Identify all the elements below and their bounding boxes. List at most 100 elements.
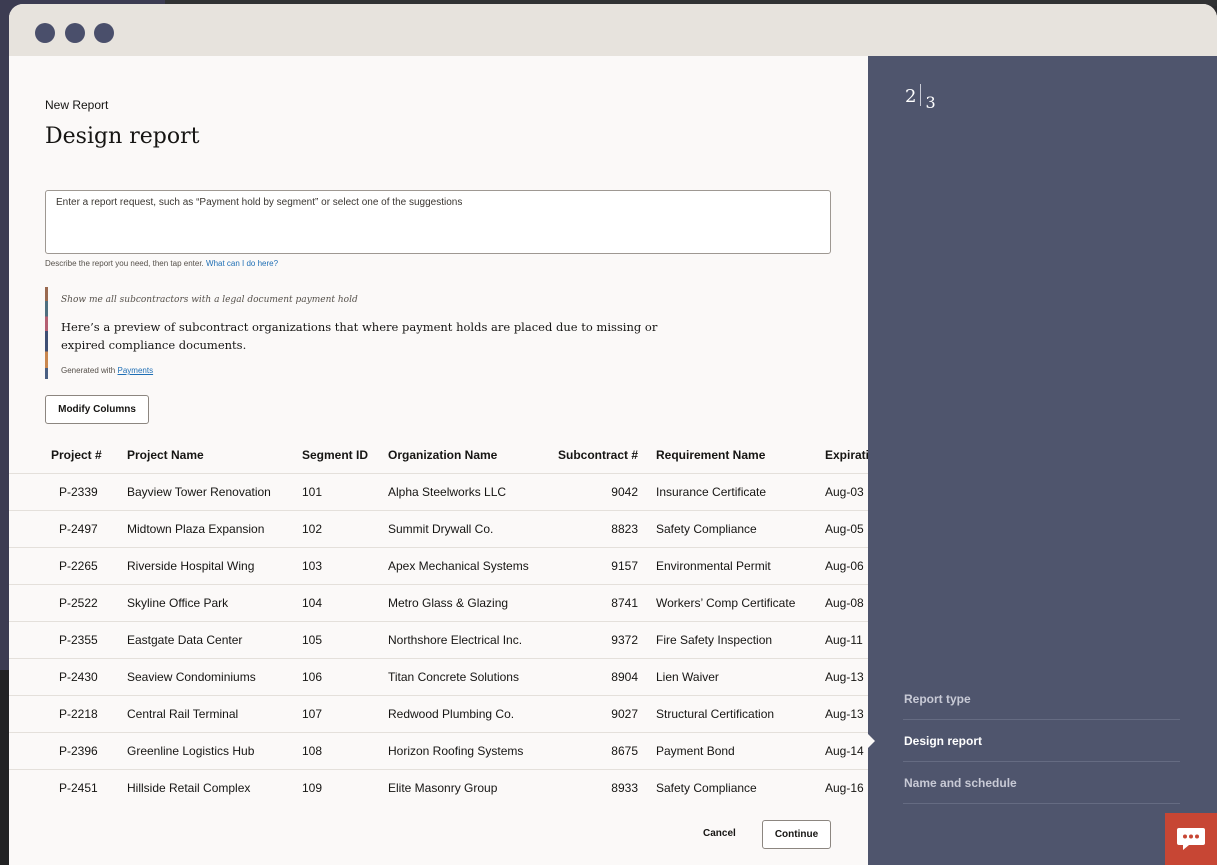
cell-organization-name: Apex Mechanical Systems: [388, 547, 554, 585]
cell-requirement-name: Workers’ Comp Certificate: [656, 584, 825, 622]
step-design-report[interactable]: Design report: [868, 720, 1180, 762]
cell-requirement-name: Structural Certification: [656, 695, 825, 733]
cell-subcontract-number: 8741: [554, 584, 656, 622]
cell-requirement-name: Safety Compliance: [656, 769, 825, 802]
cell-requirement-name: Payment Bond: [656, 732, 825, 770]
window-dot-icon[interactable]: [94, 23, 114, 43]
cancel-button[interactable]: Cancel: [703, 828, 736, 839]
col-header-organization-name[interactable]: Organization Name: [388, 436, 554, 474]
cell-segment-id: 105: [302, 621, 388, 659]
cell-project-name: Central Rail Terminal: [127, 695, 302, 733]
cell-project-number: P-2396: [9, 732, 127, 770]
cell-segment-id: 109: [302, 769, 388, 802]
payments-link[interactable]: Payments: [118, 366, 154, 375]
cell-expiration: Aug-08: [825, 584, 868, 622]
window-dot-icon[interactable]: [35, 23, 55, 43]
breadcrumb[interactable]: New Report: [45, 98, 108, 112]
cell-expiration: Aug-13: [825, 658, 868, 696]
step-name-and-schedule[interactable]: Name and schedule: [903, 762, 1180, 804]
cell-project-number: P-2218: [9, 695, 127, 733]
window-titlebar: [9, 4, 1217, 56]
cell-expiration: Aug-03: [825, 473, 868, 511]
cell-subcontract-number: 9027: [554, 695, 656, 733]
cell-segment-id: 108: [302, 732, 388, 770]
cell-subcontract-number: 9042: [554, 473, 656, 511]
col-header-project-name[interactable]: Project Name: [127, 436, 302, 474]
chat-button[interactable]: [1165, 813, 1217, 865]
cell-organization-name: Northshore Electrical Inc.: [388, 621, 554, 659]
col-header-subcontract-number[interactable]: Subcontract #: [554, 436, 656, 474]
help-link[interactable]: What can I do here?: [206, 259, 278, 268]
cell-requirement-name: Lien Waiver: [656, 658, 825, 696]
table-row[interactable]: P-2265 Riverside Hospital Wing 103 Apex Mec…: [9, 547, 868, 585]
table-row[interactable]: P-2355 Eastgate Data Center 105 Northshore …: [9, 621, 868, 659]
cell-project-number: P-2265: [9, 547, 127, 585]
cell-project-name: Riverside Hospital Wing: [127, 547, 302, 585]
table-row[interactable]: P-2339 Bayview Tower Renovation 101 Alpha S…: [9, 473, 868, 511]
cell-project-number: P-2451: [9, 769, 127, 802]
data-table: Project # Project Name Segment ID Organi…: [9, 436, 868, 802]
report-request-input[interactable]: [45, 190, 831, 254]
cell-project-name: Greenline Logistics Hub: [127, 732, 302, 770]
cell-subcontract-number: 8904: [554, 658, 656, 696]
cell-expiration: Aug-11: [825, 621, 868, 659]
ai-answer: Here’s a preview of subcontract organiza…: [61, 320, 658, 352]
cell-subcontract-number: 8823: [554, 510, 656, 548]
table-row[interactable]: P-2451 Hillside Retail Complex 109 Elite Ma…: [9, 769, 868, 802]
cell-project-number: P-2497: [9, 510, 127, 548]
cell-subcontract-number: 8675: [554, 732, 656, 770]
modify-columns-button[interactable]: Modify Columns: [45, 395, 149, 424]
cell-requirement-name: Insurance Certificate: [656, 473, 825, 511]
col-header-requirement-name[interactable]: Requirement Name: [656, 436, 825, 474]
cell-project-number: P-2339: [9, 473, 127, 511]
wizard-steps: Report type Design report Name and sched…: [868, 678, 1180, 804]
continue-button[interactable]: Continue: [762, 820, 831, 849]
cell-project-name: Bayview Tower Renovation: [127, 473, 302, 511]
cell-requirement-name: Environmental Permit: [656, 547, 825, 585]
cell-organization-name: Titan Concrete Solutions: [388, 658, 554, 696]
wizard-side-panel: 23 Report type Design report Name and sc…: [868, 56, 1217, 865]
ai-generated-note: Generated with Payments: [61, 366, 153, 375]
cell-expiration: Aug-05: [825, 510, 868, 548]
chat-bubble-icon: [1177, 828, 1205, 850]
generated-with-label: Generated with: [61, 366, 116, 375]
cell-project-number: P-2430: [9, 658, 127, 696]
table-row[interactable]: P-2522 Skyline Office Park 104 Metro Glass …: [9, 584, 868, 622]
window-dot-icon[interactable]: [65, 23, 85, 43]
cell-segment-id: 101: [302, 473, 388, 511]
cell-project-name: Seaview Condominiums: [127, 658, 302, 696]
cell-subcontract-number: 9372: [554, 621, 656, 659]
step-label: Design report: [904, 733, 983, 748]
current-step-number: 2: [905, 86, 917, 107]
cell-organization-name: Summit Drywall Co.: [388, 510, 554, 548]
cell-organization-name: Alpha Steelworks LLC: [388, 473, 554, 511]
app-window: New Report Design report Describe the re…: [9, 4, 1217, 865]
table-row[interactable]: P-2218 Central Rail Terminal 107 Redwood Pl…: [9, 695, 868, 733]
cell-project-name: Skyline Office Park: [127, 584, 302, 622]
step-label: Report type: [904, 691, 971, 706]
table-row[interactable]: P-2430 Seaview Condominiums 106 Titan Concr…: [9, 658, 868, 696]
step-label: Name and schedule: [904, 775, 1017, 790]
triangle-marker-icon: [868, 734, 875, 748]
request-help-text: Describe the report you need, then tap e…: [45, 259, 204, 268]
col-header-expiration[interactable]: Expiration: [825, 436, 868, 474]
cell-requirement-name: Fire Safety Inspection: [656, 621, 825, 659]
main-panel: New Report Design report Describe the re…: [9, 56, 868, 865]
cell-requirement-name: Safety Compliance: [656, 510, 825, 548]
table-row[interactable]: P-2497 Midtown Plaza Expansion 102 Summit D…: [9, 510, 868, 548]
cell-project-name: Eastgate Data Center: [127, 621, 302, 659]
cell-subcontract-number: 9157: [554, 547, 656, 585]
cell-organization-name: Redwood Plumbing Co.: [388, 695, 554, 733]
request-help: Describe the report you need, then tap e…: [45, 259, 278, 268]
cell-segment-id: 104: [302, 584, 388, 622]
col-header-segment-id[interactable]: Segment ID: [302, 436, 388, 474]
table-row[interactable]: P-2396 Greenline Logistics Hub 108 Horizon …: [9, 732, 868, 770]
cell-segment-id: 103: [302, 547, 388, 585]
cell-project-number: P-2355: [9, 621, 127, 659]
cell-organization-name: Elite Masonry Group: [388, 769, 554, 802]
col-header-project-number[interactable]: Project #: [9, 436, 127, 474]
step-report-type[interactable]: Report type: [903, 678, 1180, 720]
report-preview-table: Project # Project Name Segment ID Organi…: [9, 436, 868, 802]
step-counter: 23: [905, 84, 936, 112]
cell-organization-name: Horizon Roofing Systems: [388, 732, 554, 770]
